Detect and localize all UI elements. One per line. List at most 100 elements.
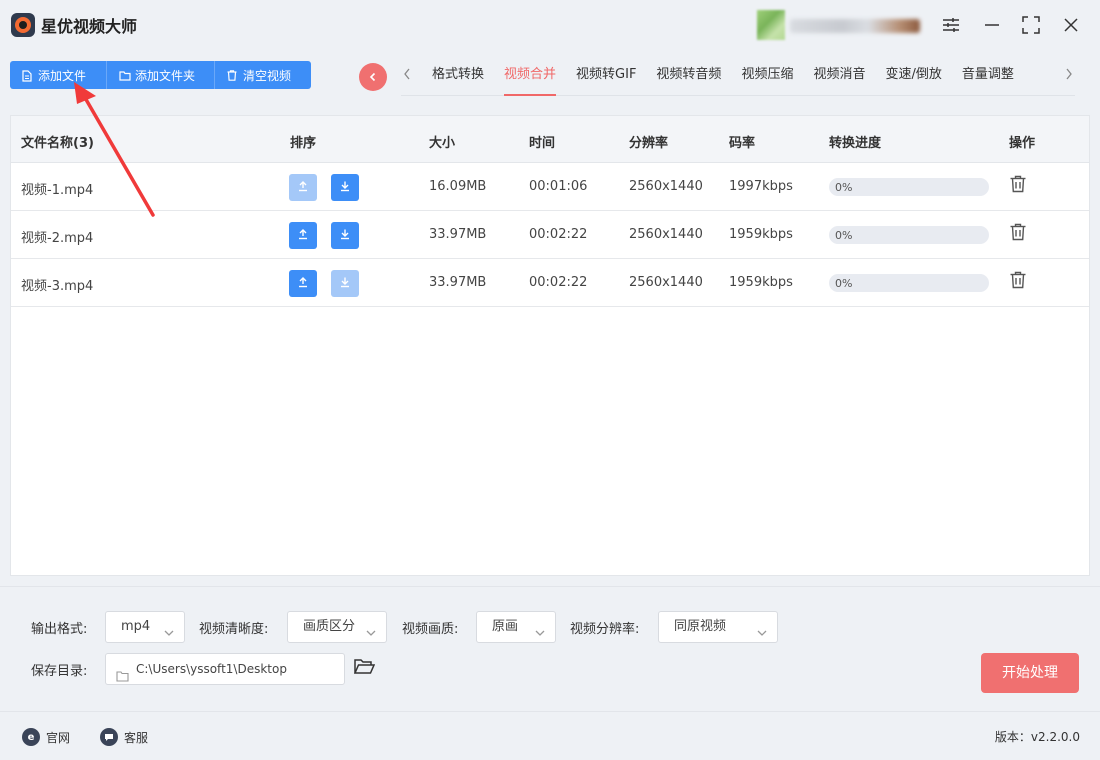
file-bitrate: 1959kbps: [729, 227, 793, 242]
arrow-up-icon: [297, 276, 309, 292]
open-folder-icon[interactable]: [353, 658, 376, 679]
file-icon: [22, 70, 32, 82]
resolution-select[interactable]: 同原视频: [658, 611, 778, 643]
clarity-label: 视频清晰度:: [199, 622, 269, 637]
website-link[interactable]: e 官网: [22, 728, 70, 746]
chevron-down-icon: [163, 621, 175, 651]
tab-scroll-right-icon[interactable]: [1065, 68, 1073, 84]
move-up-button[interactable]: [289, 174, 317, 201]
clear-videos-button[interactable]: 清空视频: [215, 61, 311, 89]
maximize-icon[interactable]: [1018, 12, 1044, 38]
table-row[interactable]: 视频-2.mp4 33.97MB 00:02:22 2560x1440 1959kbps…: [11, 211, 1089, 259]
file-toolbar: 添加文件 添加文件夹 清空视频: [10, 61, 311, 89]
file-resolution: 2560x1440: [629, 275, 703, 290]
tab-4[interactable]: 视频压缩: [741, 66, 793, 96]
arrow-down-icon: [339, 180, 351, 196]
start-button[interactable]: 开始处理: [981, 653, 1079, 693]
progress-label: 0%: [835, 229, 853, 242]
support-label: 客服: [124, 730, 149, 745]
progress-label: 0%: [835, 181, 853, 194]
delete-icon[interactable]: [1009, 223, 1027, 245]
header-sort: 排序: [290, 136, 317, 151]
chevron-down-icon: [365, 621, 377, 651]
website-label: 官网: [46, 730, 71, 745]
collapse-nav-button[interactable]: [359, 63, 387, 91]
folder-icon: [119, 70, 131, 81]
add-folder-button[interactable]: 添加文件夹: [107, 61, 215, 89]
chevron-down-icon: [756, 621, 768, 651]
file-duration: 00:01:06: [529, 179, 588, 194]
header-bitrate: 码率: [729, 136, 756, 151]
progress-bar: 0%: [829, 178, 989, 196]
arrow-down-icon: [339, 276, 351, 292]
header-progress: 转换进度: [829, 136, 882, 151]
resolution-value: 同原视频: [674, 619, 727, 634]
header-time: 时间: [529, 136, 556, 151]
format-label: 输出格式:: [31, 622, 88, 637]
move-up-button[interactable]: [289, 222, 317, 249]
tab-3[interactable]: 视频转音频: [656, 66, 721, 96]
chevron-down-icon: [534, 621, 546, 651]
arrow-down-icon: [339, 228, 351, 244]
save-dir-value: C:\Users\yssoft1\Desktop: [136, 662, 287, 676]
progress-bar: 0%: [829, 274, 989, 292]
add-file-button[interactable]: 添加文件: [10, 61, 107, 89]
tab-7[interactable]: 音量调整: [962, 66, 1014, 96]
move-up-button[interactable]: [289, 270, 317, 297]
tab-0[interactable]: 格式转换: [432, 66, 484, 96]
table-row[interactable]: 视频-3.mp4 33.97MB 00:02:22 2560x1440 1959kbps…: [11, 259, 1089, 307]
save-dir-label: 保存目录:: [31, 664, 88, 679]
support-link[interactable]: 客服: [100, 728, 148, 746]
arrow-up-icon: [297, 180, 309, 196]
format-value: mp4: [121, 619, 151, 634]
function-tabs: 格式转换 视频合并 视频转GIF 视频转音频 视频压缩 视频消音 变速/倒放 音量调整: [401, 60, 1075, 96]
file-resolution: 2560x1440: [629, 227, 703, 242]
delete-icon[interactable]: [1009, 175, 1027, 197]
table-header: 文件名称(3) 排序 大小 时间 分辨率 码率 转换进度 操作: [11, 116, 1089, 163]
move-down-button[interactable]: [331, 222, 359, 249]
file-table: 文件名称(3) 排序 大小 时间 分辨率 码率 转换进度 操作 视频-1.mp4…: [10, 115, 1090, 576]
file-name: 视频-3.mp4: [21, 279, 94, 294]
file-size: 33.97MB: [429, 227, 487, 242]
folder-icon: [116, 663, 129, 684]
clarity-value: 画质区分: [303, 619, 356, 634]
clear-videos-label: 清空视频: [243, 68, 292, 83]
tab-5[interactable]: 视频消音: [813, 66, 865, 96]
file-name: 视频-2.mp4: [21, 231, 94, 246]
user-name[interactable]: username: [790, 19, 920, 33]
file-bitrate: 1997kbps: [729, 179, 793, 194]
close-icon[interactable]: [1058, 12, 1084, 38]
header-size: 大小: [429, 136, 456, 151]
table-row[interactable]: 视频-1.mp4 16.09MB 00:01:06 2560x1440 1997kbps…: [11, 163, 1089, 211]
save-dir-input[interactable]: C:\Users\yssoft1\Desktop: [105, 653, 345, 685]
move-down-button[interactable]: [331, 174, 359, 201]
app-title: 星优视频大师: [41, 17, 138, 36]
quality-label: 视频画质:: [402, 622, 459, 637]
quality-value: 原画: [492, 619, 519, 634]
header-resolution: 分辨率: [629, 136, 669, 151]
tab-scroll-left-icon[interactable]: [403, 68, 411, 84]
file-bitrate: 1959kbps: [729, 275, 793, 290]
settings-sliders-icon[interactable]: [938, 12, 964, 38]
version-text: 版本：v2.2.0.0: [994, 730, 1080, 744]
footer: e 官网 客服 版本：v2.2.0.0: [0, 711, 1100, 760]
tab-1[interactable]: 视频合并: [504, 66, 557, 96]
clarity-select[interactable]: 画质区分: [287, 611, 387, 643]
minimize-icon[interactable]: [979, 12, 1005, 38]
user-avatar[interactable]: [757, 10, 785, 40]
quality-select[interactable]: 原画: [476, 611, 556, 643]
trash-small-icon: [227, 70, 237, 81]
tab-6[interactable]: 变速/倒放: [885, 66, 941, 96]
move-down-button[interactable]: [331, 270, 359, 297]
tab-list: 格式转换 视频合并 视频转GIF 视频转音频 视频压缩 视频消音 变速/倒放 音量调整: [432, 66, 1034, 96]
tab-2[interactable]: 视频转GIF: [576, 66, 636, 96]
chat-icon: [100, 728, 118, 746]
title-bar: 星优视频大师 username: [0, 0, 1100, 50]
delete-icon[interactable]: [1009, 271, 1027, 293]
progress-bar: 0%: [829, 226, 989, 244]
browser-icon: e: [22, 728, 40, 746]
format-select[interactable]: mp4: [105, 611, 185, 643]
add-folder-label: 添加文件夹: [135, 68, 196, 83]
add-file-label: 添加文件: [38, 68, 87, 83]
file-duration: 00:02:22: [529, 275, 588, 290]
